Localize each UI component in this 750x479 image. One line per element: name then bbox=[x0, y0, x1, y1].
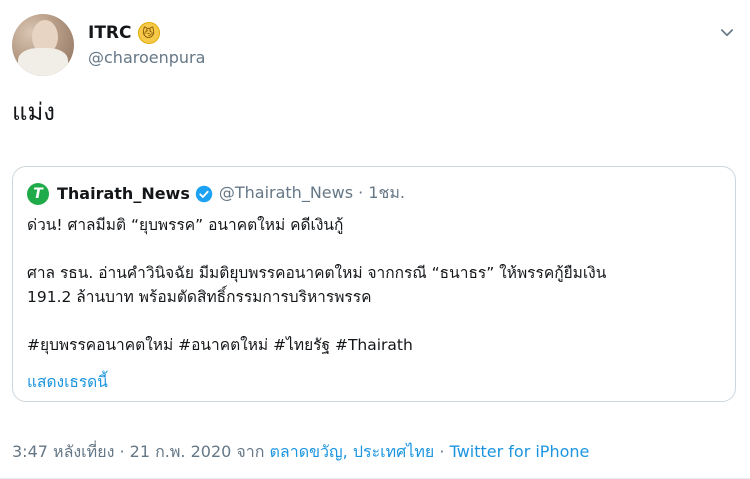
tweet-source-link[interactable]: Twitter for iPhone bbox=[450, 442, 590, 461]
quoted-handle-time: @Thairath_News · 1ชม. bbox=[218, 183, 405, 202]
quoted-line: ด่วน! ศาลมีมติ “ยุบพรรค” อนาคตใหม่ คดีเง… bbox=[27, 216, 344, 234]
tweet-timestamp[interactable]: 3:47 หลังเที่ยง · 21 ก.พ. 2020 จาก bbox=[12, 442, 270, 461]
tweet-header: ITRC 😼 @charoenpura bbox=[12, 14, 738, 78]
author-avatar[interactable] bbox=[12, 14, 74, 76]
quoted-hashtags: #ยุบพรรคอนาคตใหม่ #อนาคตใหม่ #ไทยรัฐ #Th… bbox=[27, 336, 413, 354]
show-thread-link[interactable]: แสดงเธรดนี้ bbox=[27, 369, 108, 394]
avatar-cat bbox=[18, 48, 68, 76]
quoted-display-name: Thairath_News bbox=[57, 184, 190, 203]
quoted-line: 191.2 ล้านบาท พร้อมตัดสิทธิ์กรรมการบริหา… bbox=[27, 288, 372, 306]
tweet-metadata: 3:47 หลังเที่ยง · 21 ก.พ. 2020 จาก ตลาดข… bbox=[12, 440, 589, 465]
cat-emoji: 😼 bbox=[137, 22, 160, 44]
verified-badge-icon bbox=[195, 185, 213, 202]
tweet-text: แม่ง bbox=[12, 98, 56, 126]
tweet-location-link[interactable]: ตลาดขวัญ, ประเทศไทย bbox=[270, 442, 435, 461]
author-display-name[interactable]: ITRC bbox=[88, 23, 132, 43]
quoted-line: ศาล รธน. อ่านคำวินิจฉัย มีมติยุบพรรคอนาค… bbox=[27, 264, 607, 282]
author-handle[interactable]: @charoenpura bbox=[88, 48, 205, 67]
chevron-down-icon[interactable] bbox=[718, 24, 736, 42]
quoted-tweet-body: ด่วน! ศาลมีมติ “ยุบพรรค” อนาคตใหม่ คดีเง… bbox=[27, 213, 717, 357]
quoted-tweet-card[interactable]: T Thairath_News @Thairath_News · 1ชม. ด่… bbox=[12, 166, 736, 402]
meta-separator: · bbox=[434, 442, 450, 461]
quoted-tweet-header: T Thairath_News @Thairath_News · 1ชม. bbox=[27, 181, 405, 206]
thairath-logo-icon: T bbox=[27, 182, 49, 205]
author-name-row[interactable]: ITRC 😼 bbox=[88, 22, 160, 44]
